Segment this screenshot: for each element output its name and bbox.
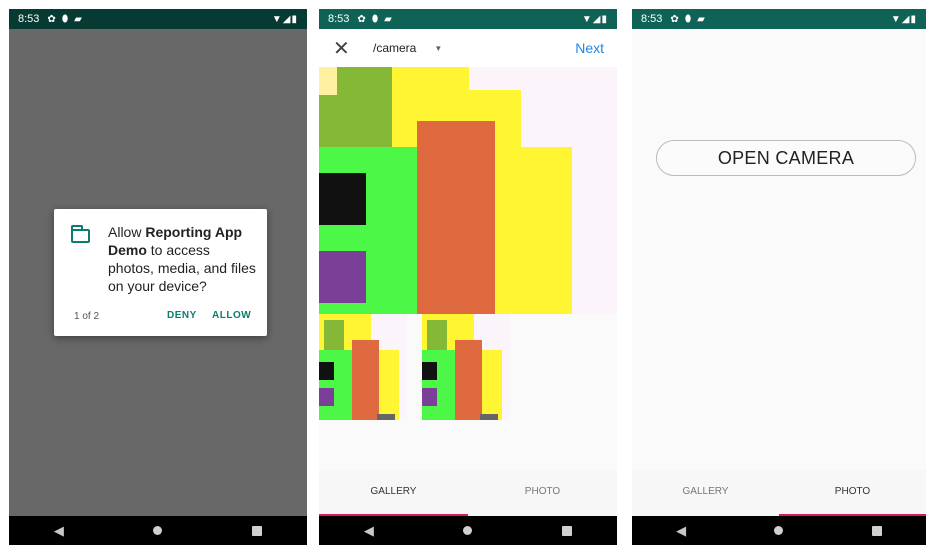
signal-icon: ▼◢▮: [581, 13, 608, 25]
image-block: [324, 320, 344, 350]
image-block: [319, 95, 337, 147]
folder-selector[interactable]: /camera: [373, 41, 416, 55]
navigation-bar: ◀: [9, 516, 307, 545]
image-block: [422, 362, 437, 380]
tab-photo[interactable]: PHOTO: [468, 470, 617, 516]
status-time: 8:53: [328, 13, 350, 25]
image-block: [352, 340, 379, 420]
dropdown-caret-icon[interactable]: ▼: [434, 44, 442, 53]
deny-button[interactable]: DENY: [167, 310, 197, 321]
thumbnail[interactable]: [422, 314, 510, 420]
permission-counter: 1 of 2: [74, 311, 100, 322]
permission-message: Allow Reporting App Demo to access photo…: [108, 223, 258, 295]
navigation-bar: ◀: [319, 516, 617, 545]
sd-card-icon: ▰: [74, 13, 82, 25]
navigation-bar: ◀: [632, 516, 926, 545]
gear-icon: ✿: [357, 13, 366, 25]
image-block: [337, 67, 392, 147]
tab-photo[interactable]: PHOTO: [779, 470, 926, 516]
back-icon[interactable]: ◀: [54, 523, 64, 539]
status-bar: 8:53 ✿ ⬮ ▰ ▼◢▮: [632, 9, 926, 29]
recents-icon[interactable]: [252, 525, 263, 536]
next-button[interactable]: Next: [575, 40, 604, 56]
message-prefix: Allow: [108, 224, 146, 240]
back-icon[interactable]: ◀: [676, 523, 686, 539]
status-bar: 8:53 ✿ ⬮ ▰ ▼◢▮: [9, 9, 307, 29]
gallery-toolbar: ✕ /camera ▼ Next: [319, 29, 617, 68]
image-block: [319, 251, 366, 303]
home-icon[interactable]: [463, 526, 473, 535]
image-block: [319, 173, 366, 225]
folder-icon: [70, 225, 90, 243]
bottom-tabs: GALLERY PHOTO: [632, 470, 926, 516]
open-camera-button[interactable]: OPEN CAMERA: [656, 140, 916, 176]
status-bar: 8:53 ✿ ⬮ ▰ ▼◢▮: [319, 9, 617, 29]
image-block: [480, 414, 498, 420]
permission-screen: 8:53 ✿ ⬮ ▰ ▼◢▮ Allow Reporting App Demo …: [9, 9, 307, 545]
thumbnail-grid: [319, 314, 617, 424]
tab-gallery[interactable]: GALLERY: [319, 470, 468, 516]
signal-icon: ▼◢▮: [271, 13, 298, 25]
gallery-screen: 8:53 ✿ ⬮ ▰ ▼◢▮ ✕ /camera ▼ Next GALLERY …: [319, 9, 617, 545]
image-block: [319, 362, 334, 380]
image-block: [422, 388, 437, 406]
bottom-tabs: GALLERY PHOTO: [319, 470, 617, 516]
sd-card-icon: ▰: [384, 13, 392, 25]
tab-gallery[interactable]: GALLERY: [632, 470, 779, 516]
home-icon[interactable]: [774, 526, 784, 535]
image-block: [427, 320, 447, 350]
permission-dialog: Allow Reporting App Demo to access photo…: [54, 209, 267, 336]
image-preview: [319, 67, 617, 314]
image-block: [417, 121, 495, 314]
recents-icon[interactable]: [562, 525, 573, 536]
status-time: 8:53: [641, 13, 663, 25]
camera-screen: 8:53 ✿ ⬮ ▰ ▼◢▮ OPEN CAMERA GALLERY PHOTO…: [632, 9, 926, 545]
shield-icon: ⬮: [371, 13, 379, 25]
allow-button[interactable]: ALLOW: [212, 310, 251, 321]
image-block: [319, 67, 337, 95]
home-icon[interactable]: [153, 526, 163, 535]
gear-icon: ✿: [670, 13, 679, 25]
back-icon[interactable]: ◀: [364, 523, 374, 539]
image-block: [377, 414, 395, 420]
shield-icon: ⬮: [61, 13, 69, 25]
gear-icon: ✿: [47, 13, 56, 25]
signal-icon: ▼◢▮: [890, 13, 917, 25]
image-block: [455, 340, 482, 420]
thumbnail[interactable]: [319, 314, 407, 420]
shield-icon: ⬮: [684, 13, 692, 25]
recents-icon[interactable]: [871, 525, 882, 536]
image-block: [319, 388, 334, 406]
close-icon[interactable]: ✕: [333, 36, 353, 61]
status-time: 8:53: [18, 13, 40, 25]
sd-card-icon: ▰: [697, 13, 705, 25]
